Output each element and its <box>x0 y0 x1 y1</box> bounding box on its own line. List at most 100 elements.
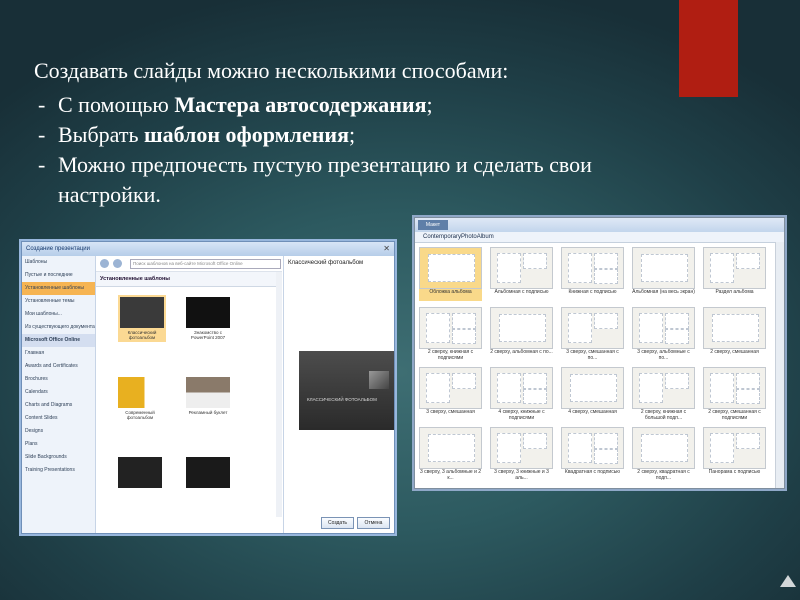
layout-thumb[interactable]: Раздел альбома <box>703 247 766 299</box>
sidebar-item[interactable]: Главная <box>22 347 95 360</box>
sidebar-item[interactable]: Установленные темы <box>22 295 95 308</box>
layout-caption: Альбомная (на весь экран) <box>632 289 695 295</box>
sidebar-item[interactable]: Plans <box>22 438 95 451</box>
dash-icon: - <box>38 122 46 147</box>
image-placeholder-icon <box>594 449 618 464</box>
layout-caption: 3 сверху, 3 книжные и 3 аль... <box>494 469 549 481</box>
sidebar-item-selected[interactable]: Установленные шаблоны <box>22 282 95 295</box>
sidebar-item[interactable]: Charts and Diagrams <box>22 399 95 412</box>
forward-icon[interactable] <box>113 259 122 268</box>
layout-thumb[interactable]: 3 сверху, 3 книжные и 3 аль... <box>490 427 553 481</box>
layout-thumb[interactable]: 2 сверху, книжная с большой подп... <box>632 367 695 421</box>
bullet-suffix: ; <box>426 92 433 117</box>
bullet-text: Можно предпочесть пустую презентацию и с… <box>58 152 592 177</box>
image-placeholder-icon <box>639 313 663 343</box>
image-placeholder-icon <box>452 313 476 329</box>
bullet-item: - Можно предпочесть пустую презентацию и … <box>34 150 724 180</box>
layout-caption: 4 сверху, смешанная <box>568 409 617 415</box>
layout-caption: Обложка альбома <box>419 289 482 301</box>
sidebar-item[interactable]: Из существующего документа... <box>22 321 95 334</box>
image-placeholder-icon <box>712 314 759 342</box>
layout-thumb[interactable]: 3 сверху, 3 альбомные и 2 к... <box>419 427 482 481</box>
image-placeholder-icon <box>497 373 521 403</box>
sidebar-item[interactable]: Brochures <box>22 373 95 386</box>
image-placeholder-icon <box>568 433 592 463</box>
layout-caption: 2 сверху, книжная с подписями <box>427 349 474 361</box>
layout-thumb[interactable]: 3 сверху, смешанная с по... <box>561 307 624 361</box>
sidebar-item[interactable]: Designs <box>22 425 95 438</box>
image-placeholder-icon <box>639 373 663 403</box>
layout-thumb[interactable]: 4 сверху, смешанная <box>561 367 624 419</box>
layout-thumb[interactable]: Альбомная с подписью <box>490 247 553 299</box>
layout-caption: Квадратная с подписью <box>564 469 621 475</box>
new-presentation-dialog: Создание презентации ✕ Шаблоны Пустые и … <box>21 241 395 534</box>
template-thumb[interactable]: Знакомство с PowerPoint 2007 <box>186 297 230 340</box>
layout-caption: 2 сверху, книжная с большой подп... <box>640 409 687 421</box>
sidebar-item[interactable]: Calendars <box>22 386 95 399</box>
layout-thumb[interactable]: 2 сверху, квадратная с подп... <box>632 427 695 481</box>
back-icon[interactable] <box>100 259 109 268</box>
image-placeholder-icon <box>428 254 475 282</box>
layout-caption: 2 сверху, смешанная с подписями <box>708 409 761 421</box>
template-image <box>186 377 230 408</box>
image-placeholder-icon <box>570 374 617 402</box>
sidebar-item[interactable]: Slide Backgrounds <box>22 451 95 464</box>
layout-thumb[interactable]: 2 сверху, книжная с подписями <box>419 307 482 361</box>
cancel-button[interactable]: Отмена <box>357 517 390 529</box>
templates-pane: Поиск шаблонов на веб-сайте Microsoft Of… <box>96 256 282 533</box>
layout-preview <box>561 427 624 469</box>
search-input[interactable]: Поиск шаблонов на веб-сайте Microsoft Of… <box>130 259 281 269</box>
layout-thumb[interactable]: Квадратная с подписью <box>561 427 624 479</box>
image-placeholder-icon <box>497 253 521 283</box>
layout-menu-button[interactable]: Макет <box>418 220 448 230</box>
image-placeholder-icon <box>736 389 760 404</box>
sidebar-item[interactable]: Мои шаблоны... <box>22 308 95 321</box>
layout-preview <box>703 367 766 409</box>
layout-thumb[interactable]: 2 сверху, смешанная <box>703 307 766 359</box>
image-placeholder-icon <box>594 313 618 329</box>
bullet-text: Выбрать <box>58 122 144 147</box>
image-placeholder-icon <box>641 254 688 282</box>
layout-thumb[interactable]: 2 сверху, смешанная с подписями <box>703 367 766 421</box>
image-placeholder-icon <box>641 434 688 462</box>
create-button[interactable]: Создать <box>321 517 354 529</box>
layout-preview <box>419 367 482 409</box>
template-thumb-selected[interactable]: Классический фотоальбом <box>118 295 166 342</box>
scrollbar[interactable] <box>775 242 784 488</box>
image-placeholder-icon <box>594 433 618 449</box>
preview-title: Классический фотоальбом <box>288 260 364 266</box>
template-thumb[interactable] <box>186 457 230 488</box>
layout-thumb[interactable]: 3 сверху, альбомные с по... <box>632 307 695 361</box>
sidebar-item[interactable]: Шаблоны <box>22 256 95 269</box>
scrollbar[interactable] <box>276 272 282 517</box>
layout-thumb[interactable]: Панорама с подписью <box>703 427 766 479</box>
layout-caption: 3 сверху, смешанная <box>426 409 475 415</box>
image-placeholder-icon <box>428 434 475 462</box>
preview-pane: Классический фотоальбом КЛАССИЧЕСКИЙ ФОТ… <box>283 256 394 533</box>
image-placeholder-icon <box>452 329 476 344</box>
image-placeholder-icon <box>499 314 546 342</box>
layout-thumb[interactable]: Альбомная (на весь экран) <box>632 247 695 299</box>
template-thumb[interactable]: Рекламный буклет <box>186 377 230 415</box>
close-icon[interactable]: ✕ <box>383 242 390 256</box>
layout-preview <box>632 307 695 349</box>
sidebar-item[interactable]: Training Presentations <box>22 464 95 477</box>
layout-caption: Панорама с подписью <box>708 469 761 475</box>
layout-thumb-selected[interactable]: Обложка альбома <box>419 247 482 301</box>
sidebar-item[interactable]: Пустые и последние <box>22 269 95 282</box>
template-label: Современный фотоальбом <box>125 410 155 420</box>
sidebar-item[interactable]: Content Slides <box>22 412 95 425</box>
dialog-sidebar: Шаблоны Пустые и последние Установленные… <box>22 256 96 533</box>
layout-thumb[interactable]: Книжная с подписью <box>561 247 624 299</box>
template-thumb[interactable] <box>118 457 162 488</box>
sidebar-item[interactable]: Awards and Certificates <box>22 360 95 373</box>
layout-thumb[interactable]: 3 сверху, смешанная <box>419 367 482 419</box>
photo-icon <box>369 371 389 389</box>
layout-thumb[interactable]: 2 сверху, альбомная с по... <box>490 307 553 359</box>
layout-caption: 3 сверху, альбомные с по... <box>637 349 690 361</box>
bullet-continuation: настройки. <box>58 182 161 207</box>
layout-preview <box>561 367 624 409</box>
section-title: Установленные шаблоны <box>96 272 282 287</box>
layout-thumb[interactable]: 4 сверху, книжные с подписями <box>490 367 553 421</box>
template-thumb[interactable]: Современный фотоальбом <box>118 377 162 420</box>
